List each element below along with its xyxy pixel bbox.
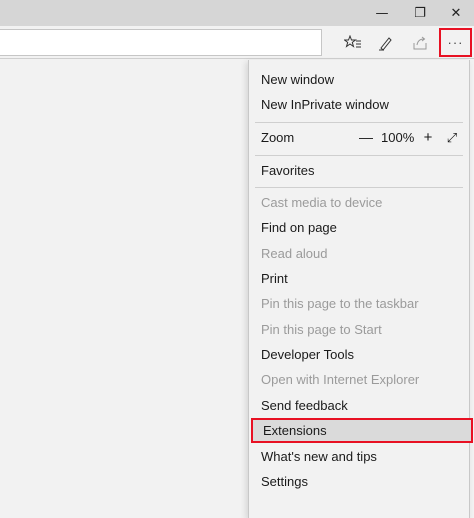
minimize-button[interactable]: — (362, 0, 402, 26)
web-note-icon[interactable] (371, 26, 401, 59)
menu-item-favorites[interactable]: Favorites (249, 158, 469, 183)
menu-item-open-with-ie[interactable]: Open with Internet Explorer (249, 367, 469, 392)
menu-item-extensions[interactable]: Extensions (251, 418, 473, 443)
menu-item-settings[interactable]: Settings (249, 469, 469, 494)
menu-separator (255, 187, 463, 188)
menu-item-print[interactable]: Print (249, 266, 469, 291)
close-button[interactable]: ✕ (436, 0, 474, 26)
zoom-level: 100% (381, 130, 415, 145)
menu-item-zoom: Zoom — 100% + ⤢ (249, 125, 469, 150)
menu-item-send-feedback[interactable]: Send feedback (249, 393, 469, 418)
restore-button[interactable]: ❐ (400, 0, 440, 26)
star-list-icon (344, 34, 361, 48)
title-bar: — ❐ ✕ (0, 0, 474, 26)
menu-separator (255, 122, 463, 123)
menu-item-new-window[interactable]: New window (249, 67, 469, 92)
menu-item-pin-taskbar[interactable]: Pin this page to the taskbar (249, 291, 469, 316)
menu-item-read-aloud[interactable]: Read aloud (249, 241, 469, 266)
zoom-label: Zoom (261, 130, 295, 145)
zoom-out-button[interactable]: — (359, 125, 373, 150)
more-actions-menu: New window New InPrivate window Zoom — 1… (248, 60, 473, 518)
menu-item-developer-tools[interactable]: Developer Tools (249, 342, 469, 367)
menu-separator (255, 155, 463, 156)
share-icon[interactable] (405, 26, 435, 59)
menu-item-cast-media[interactable]: Cast media to device (249, 190, 469, 215)
address-bar[interactable] (0, 29, 322, 56)
more-actions-button[interactable]: ··· (439, 28, 472, 57)
browser-toolbar: ··· (0, 26, 474, 59)
zoom-in-button[interactable]: + (421, 125, 435, 150)
fullscreen-icon[interactable]: ⤢ (445, 125, 459, 150)
pen-icon (379, 36, 392, 51)
share-arrow-icon (413, 36, 427, 49)
menu-item-whats-new[interactable]: What's new and tips (249, 444, 469, 469)
favorites-hub-icon[interactable] (338, 26, 368, 59)
menu-item-find-on-page[interactable]: Find on page (249, 215, 469, 240)
menu-item-new-inprivate-window[interactable]: New InPrivate window (249, 92, 469, 117)
menu-item-pin-start[interactable]: Pin this page to Start (249, 317, 469, 342)
